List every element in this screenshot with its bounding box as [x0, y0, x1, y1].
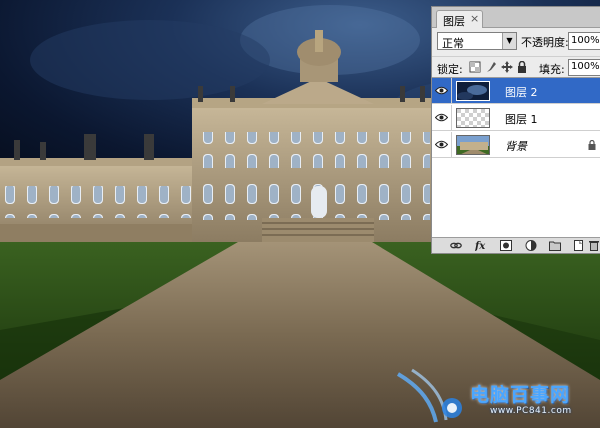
svg-text:fx: fx	[475, 241, 486, 251]
watermark-logo-icon	[396, 368, 462, 423]
layer-name: 图层 1	[505, 113, 538, 126]
fill-label: 填充:	[539, 63, 565, 76]
lock-row: 锁定: 填充: 100%	[432, 56, 600, 76]
layer-thumbnail-sky	[456, 81, 490, 101]
layer-row-background[interactable]: 背景	[432, 132, 600, 158]
trash-icon[interactable]	[588, 240, 600, 251]
link-icon[interactable]	[450, 240, 462, 251]
tab-layers-label: 图层	[443, 15, 465, 28]
eye-icon	[435, 113, 448, 122]
lock-transparency-icon[interactable]	[469, 61, 481, 73]
blend-mode-select[interactable]: 正常 ▼	[437, 32, 517, 50]
site-watermark: 电脑百事网 www.PC841.com	[392, 364, 592, 424]
fill-input[interactable]: 100%	[568, 59, 600, 76]
brush-icon[interactable]	[485, 61, 497, 73]
layer-name: 背景	[505, 140, 527, 153]
new-layer-icon[interactable]	[572, 240, 584, 251]
mask-icon[interactable]	[500, 240, 512, 251]
opacity-input[interactable]: 100%	[568, 32, 600, 50]
visibility-toggle[interactable]	[432, 105, 452, 131]
layer-name: 图层 2	[505, 86, 538, 99]
blend-row: 正常 ▼ 不透明度: 100%	[432, 29, 600, 55]
folder-icon[interactable]	[549, 240, 561, 251]
panel-tab-bar: 图层 ×	[432, 7, 600, 28]
eye-icon	[435, 140, 448, 149]
layer-row-layer-2[interactable]: 图层 2	[432, 78, 600, 104]
tab-layers[interactable]: 图层 ×	[436, 10, 483, 28]
layers-panel: 图层 × 正常 ▼ 不透明度: 100% 锁定: 填充: 100% 图层 2 图…	[431, 6, 600, 254]
panel-footer: fx	[432, 237, 600, 253]
visibility-toggle[interactable]	[432, 78, 452, 104]
watermark-url: www.PC841.com	[490, 406, 572, 416]
layer-thumbnail-transparent	[456, 108, 490, 128]
layer-row-layer-1[interactable]: 图层 1	[432, 105, 600, 131]
opacity-label: 不透明度:	[521, 36, 569, 49]
layer-list: 图层 2 图层 1 背景	[432, 77, 600, 238]
close-icon[interactable]: ×	[470, 12, 479, 26]
visibility-toggle[interactable]	[432, 132, 452, 158]
fx-icon[interactable]: fx	[475, 240, 487, 251]
chevron-down-icon[interactable]: ▼	[502, 33, 516, 49]
lock-label: 锁定:	[437, 63, 463, 76]
eye-icon	[435, 86, 448, 95]
adjustment-icon[interactable]	[525, 240, 537, 251]
blend-mode-value: 正常	[442, 37, 464, 50]
move-icon[interactable]	[501, 61, 513, 73]
layer-thumbnail-palace	[456, 135, 490, 155]
lock-icon	[588, 140, 596, 150]
watermark-title: 电脑百事网	[470, 384, 571, 406]
lock-icon[interactable]	[516, 61, 528, 73]
